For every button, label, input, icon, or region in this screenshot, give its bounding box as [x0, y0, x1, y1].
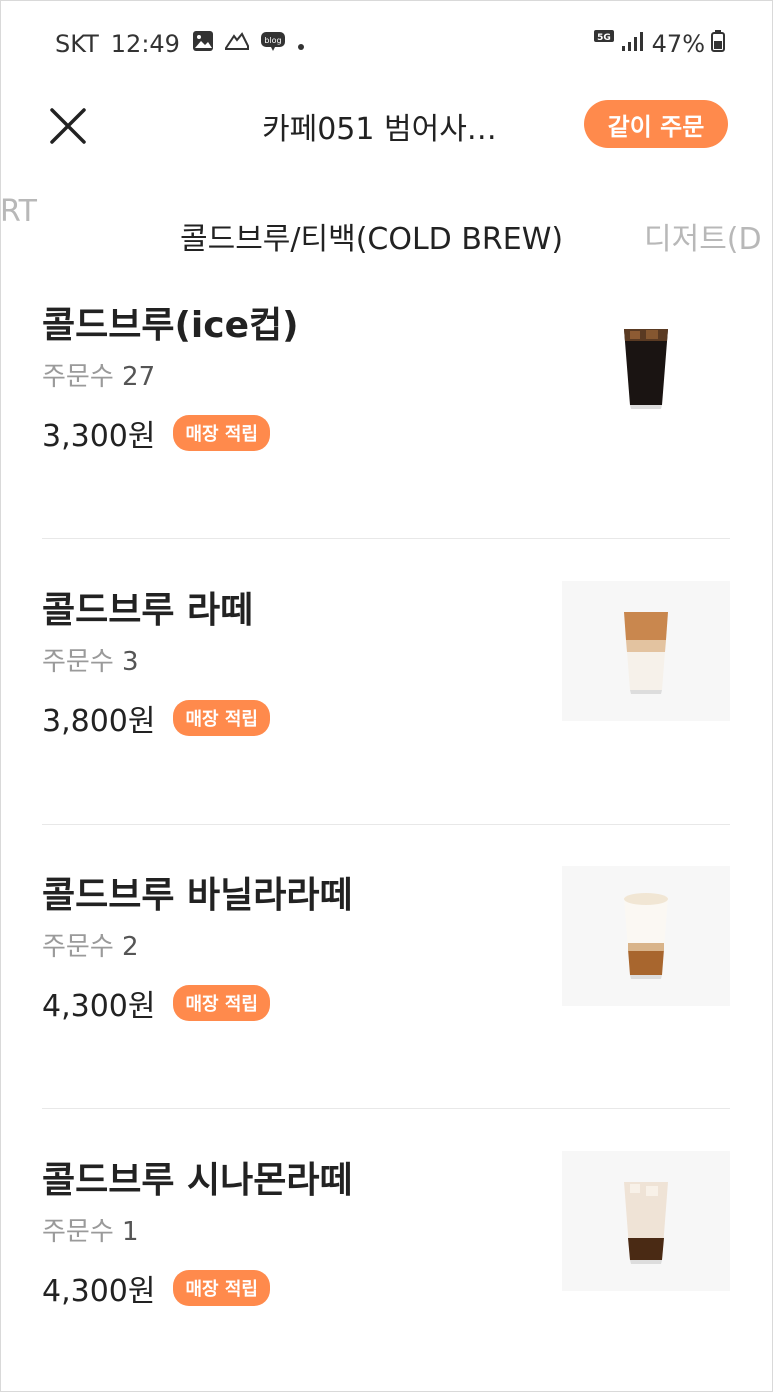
order-count-label: 주문수	[42, 932, 114, 962]
shoe-icon	[224, 30, 250, 58]
store-points-badge: 매장 적립	[173, 415, 270, 451]
battery-icon	[711, 30, 725, 58]
latte-cup-icon	[624, 612, 668, 694]
battery-percent: 47%	[651, 30, 705, 58]
page-title: 카페051 범어사…	[262, 112, 497, 147]
item-divider	[42, 824, 730, 825]
iced-coffee-cup-icon	[624, 329, 668, 409]
item-name: 콜드브루(ice컵)	[42, 305, 299, 346]
item-price: 3,800원	[42, 704, 156, 739]
svg-text:5G: 5G	[597, 33, 611, 43]
item-name: 콜드브루 시나몬라떼	[42, 1160, 353, 1201]
tab-cold-brew[interactable]: 콜드브루/티백(COLD BREW)	[180, 214, 563, 258]
menu-item[interactable]: 콜드브루 라떼 주문수 3 3,800원 매장 적립	[42, 581, 730, 821]
category-tabs: RT 콜드브루/티백(COLD BREW) 디저트(D	[0, 190, 773, 270]
order-count: 주문수 2	[42, 926, 139, 963]
order-count: 주문수 3	[42, 641, 139, 678]
store-points-badge: 매장 적립	[173, 985, 270, 1021]
order-count-value: 1	[122, 1217, 139, 1247]
item-image	[562, 581, 730, 721]
store-points-badge: 매장 적립	[173, 1270, 270, 1306]
item-price: 4,300원	[42, 1274, 156, 1309]
vanilla-latte-cup-icon	[624, 893, 668, 979]
gallery-icon	[192, 30, 214, 58]
menu-item[interactable]: 콜드브루(ice컵) 주문수 27 3,300원 매장 적립	[42, 296, 730, 536]
order-count-value: 27	[122, 362, 156, 392]
order-count-value: 2	[122, 932, 139, 962]
item-name: 콜드브루 라떼	[42, 590, 254, 631]
svg-text:blog: blog	[264, 36, 281, 45]
store-points-badge: 매장 적립	[173, 700, 270, 736]
clock: 12:49	[110, 30, 180, 58]
group-order-button[interactable]: 같이 주문	[584, 100, 728, 148]
close-button[interactable]	[44, 102, 92, 150]
order-count: 주문수 1	[42, 1211, 139, 1248]
item-divider	[42, 1108, 730, 1109]
notification-dot-icon	[296, 30, 306, 58]
order-count-value: 3	[122, 647, 139, 677]
carrier-label: SKT	[55, 30, 99, 58]
item-price: 4,300원	[42, 989, 156, 1024]
item-divider	[42, 538, 730, 539]
menu-item[interactable]: 콜드브루 시나몬라떼 주문수 1 4,300원 매장 적립	[42, 1151, 730, 1391]
order-count-label: 주문수	[42, 1217, 114, 1247]
app-header: 카페051 범어사… 같이 주문	[0, 90, 773, 160]
status-bar: SKT 12:49 blog 5G 47%	[55, 26, 725, 62]
blog-icon: blog	[260, 30, 286, 58]
menu-item[interactable]: 콜드브루 바닐라라떼 주문수 2 4,300원 매장 적립	[42, 866, 730, 1106]
item-price: 3,300원	[42, 419, 156, 454]
item-image	[562, 1151, 730, 1291]
order-count-label: 주문수	[42, 647, 114, 677]
close-icon	[50, 108, 86, 144]
item-name: 콜드브루 바닐라라떼	[42, 875, 353, 916]
tab-previous-category[interactable]: RT	[0, 194, 37, 229]
tab-dessert[interactable]: 디저트(D	[644, 214, 762, 258]
5g-signal-icon: 5G	[593, 28, 646, 60]
order-count-label: 주문수	[42, 362, 114, 392]
cinnamon-latte-cup-icon	[624, 1182, 668, 1264]
order-count: 주문수 27	[42, 356, 155, 393]
item-image	[562, 296, 730, 436]
item-image	[562, 866, 730, 1006]
